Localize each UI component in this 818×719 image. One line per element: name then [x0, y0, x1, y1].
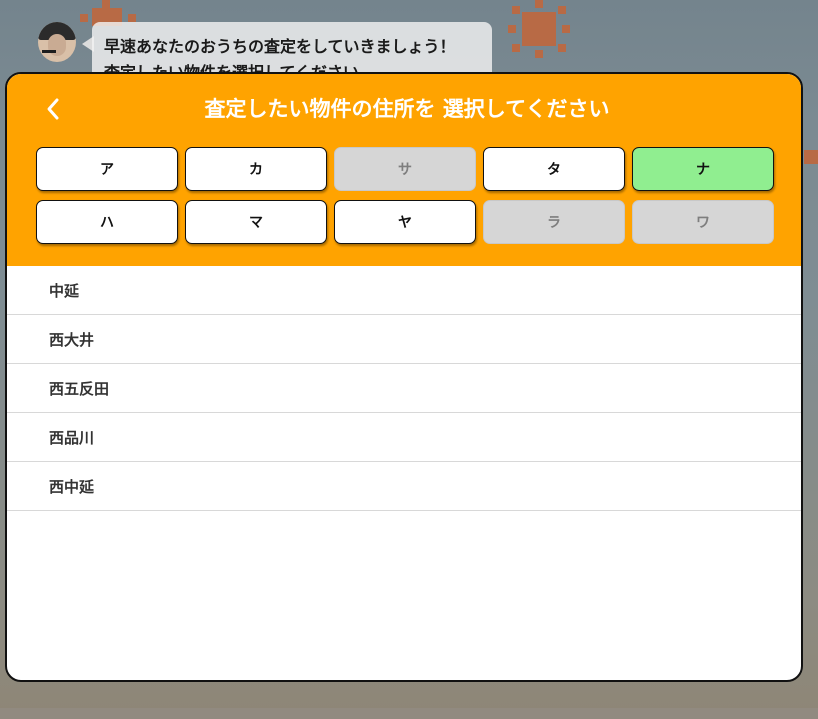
- kana-button-ha[interactable]: ハ: [36, 200, 178, 244]
- list-item[interactable]: 西品川: [7, 413, 801, 462]
- address-select-modal: 査定したい物件の住所を 選択してください ア カ サ タ ナ ハ マ ヤ ラ ワ…: [5, 72, 803, 682]
- decoration-block: [804, 150, 818, 164]
- kana-button-ma[interactable]: マ: [185, 200, 327, 244]
- kana-button-ra: ラ: [483, 200, 625, 244]
- kana-button-wa: ワ: [632, 200, 774, 244]
- chevron-left-icon: [47, 98, 59, 120]
- address-list: 中延 西大井 西五反田 西品川 西中延: [7, 266, 801, 511]
- kana-button-ta[interactable]: タ: [483, 147, 625, 191]
- back-button[interactable]: [35, 90, 71, 128]
- kana-button-sa: サ: [334, 147, 476, 191]
- list-item[interactable]: 西大井: [7, 315, 801, 364]
- kana-button-na[interactable]: ナ: [632, 147, 774, 191]
- modal-header: 査定したい物件の住所を 選択してください ア カ サ タ ナ ハ マ ヤ ラ ワ: [7, 74, 801, 266]
- kana-button-ya[interactable]: ヤ: [334, 200, 476, 244]
- kana-button-ka[interactable]: カ: [185, 147, 327, 191]
- list-item[interactable]: 中延: [7, 266, 801, 315]
- operator-avatar: [38, 22, 76, 62]
- kana-button-a[interactable]: ア: [36, 147, 178, 191]
- list-item[interactable]: 西中延: [7, 462, 801, 511]
- modal-title: 査定したい物件の住所を 選択してください: [204, 97, 610, 121]
- bottom-bar: [0, 708, 818, 719]
- list-item[interactable]: 西五反田: [7, 364, 801, 413]
